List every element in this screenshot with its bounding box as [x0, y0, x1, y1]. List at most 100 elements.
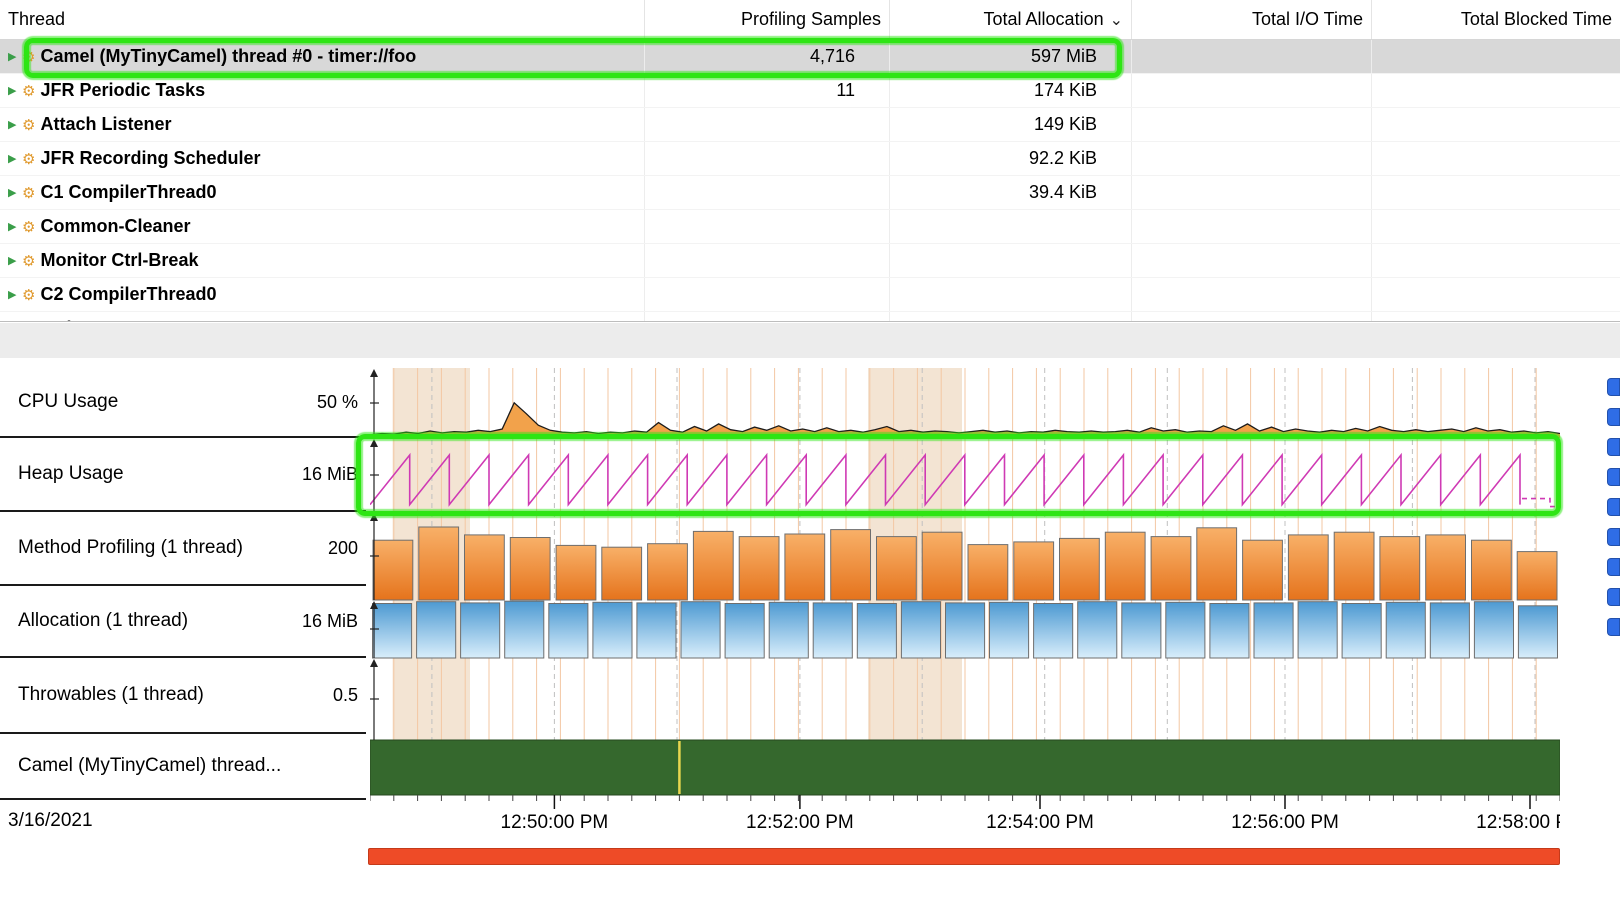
table-row[interactable]: ▶⚙ Attach Listener 149 KiB: [0, 108, 1620, 142]
lane-axis-value: 16 MiB: [302, 464, 358, 485]
expand-icon[interactable]: ▶: [8, 84, 22, 97]
thread-icon: ⚙: [22, 286, 35, 304]
lane-label-heap-usage[interactable]: Heap Usage 16 MiB: [0, 438, 366, 512]
side-button[interactable]: [1607, 588, 1620, 606]
thread-icon: ⚙: [22, 218, 35, 236]
total-blocked-cell: [1372, 278, 1620, 311]
expand-icon[interactable]: ▶: [8, 152, 22, 165]
total-allocation-cell: [890, 312, 1132, 322]
total-allocation-cell: 149 KiB: [890, 108, 1132, 141]
expand-icon[interactable]: ▶: [8, 254, 22, 267]
total-blocked-cell: [1372, 40, 1620, 73]
total-blocked-cell: [1372, 176, 1620, 209]
thread-name: JFR Periodic Tasks: [40, 80, 205, 101]
lane-axis-value: 50 %: [317, 392, 358, 413]
total-allocation-cell: [890, 244, 1132, 277]
svg-text:12:56:00 PM: 12:56:00 PM: [1231, 812, 1339, 833]
lane-title: Throwables (1 thread): [0, 684, 204, 706]
lane-title: Camel (MyTinyCamel) thread...: [0, 755, 281, 777]
total-io-cell: [1132, 40, 1372, 73]
timeline-date-label: 3/16/2021: [0, 800, 93, 842]
side-button[interactable]: [1607, 528, 1620, 546]
profiling-samples-cell: 4,716: [645, 40, 890, 73]
sort-desc-icon: ⌄: [1110, 10, 1123, 30]
column-header-label: Total Allocation: [984, 9, 1104, 30]
table-row-partial[interactable]: ▶⚙main: [0, 312, 1620, 322]
table-row[interactable]: ▶⚙C1 CompilerThread0 39.4 KiB: [0, 176, 1620, 210]
side-button[interactable]: [1607, 378, 1620, 396]
svg-text:12:54:00 PM: 12:54:00 PM: [986, 812, 1094, 833]
side-button[interactable]: [1607, 618, 1620, 636]
table-header: Thread Profiling Samples Total Allocatio…: [0, 0, 1620, 40]
lane-label-cpu-usage[interactable]: CPU Usage 50 %: [0, 368, 366, 438]
column-header-total-io-time[interactable]: Total I/O Time: [1132, 0, 1372, 39]
side-button[interactable]: [1607, 408, 1620, 426]
thread-icon: ⚙: [22, 320, 35, 323]
profiling-samples-cell: [645, 312, 890, 322]
side-button[interactable]: [1607, 438, 1620, 456]
total-blocked-cell: [1372, 244, 1620, 277]
expand-icon[interactable]: ▶: [8, 118, 22, 131]
total-io-cell: [1132, 244, 1372, 277]
column-header-profiling-samples[interactable]: Profiling Samples: [645, 0, 890, 39]
lane-axis-value: 0.5: [333, 685, 358, 706]
lane-title: CPU Usage: [0, 391, 118, 413]
profiling-samples-cell: [645, 278, 890, 311]
expand-icon[interactable]: ▶: [8, 50, 22, 63]
expand-icon[interactable]: ▶: [8, 288, 22, 301]
total-io-cell: [1132, 74, 1372, 107]
profiling-samples-cell: 11: [645, 74, 890, 107]
side-button[interactable]: [1607, 498, 1620, 516]
side-button[interactable]: [1607, 558, 1620, 576]
table-row[interactable]: ▶⚙ JFR Periodic Tasks 11 174 KiB: [0, 74, 1620, 108]
total-io-cell: [1132, 210, 1372, 243]
timeline-scrollbar[interactable]: [368, 848, 1560, 865]
thread-icon: ⚙: [22, 82, 35, 100]
timeline-chart-canvas[interactable]: 12:50:00 PM 12:52:00 PM 12:54:00 PM 12:56:0…: [370, 358, 1560, 904]
total-io-cell: [1132, 278, 1372, 311]
svg-text:12:50:00 PM: 12:50:00 PM: [501, 812, 609, 833]
svg-text:12:58:00 PM: 12:58:00 PM: [1476, 812, 1560, 833]
thread-name: Attach Listener: [40, 114, 171, 135]
table-row[interactable]: ▶⚙Monitor Ctrl-Break: [0, 244, 1620, 278]
lane-label-method-profiling[interactable]: Method Profiling (1 thread) 200: [0, 512, 366, 586]
thread-name: C1 CompilerThread0: [40, 182, 216, 203]
total-blocked-cell: [1372, 312, 1620, 322]
total-allocation-cell: 597 MiB: [890, 40, 1132, 73]
thread-icon: ⚙: [22, 150, 35, 168]
thread-name: Common-Cleaner: [40, 216, 190, 237]
table-row[interactable]: ▶⚙JFR Recording Scheduler 92.2 KiB: [0, 142, 1620, 176]
thread-name: Camel (MyTinyCamel) thread #0 - timer://…: [40, 46, 416, 67]
lane-axis-value: 16 MiB: [302, 611, 358, 632]
column-header-thread[interactable]: Thread: [0, 0, 645, 39]
svg-text:12:52:00 PM: 12:52:00 PM: [746, 812, 854, 833]
table-row[interactable]: ▶⚙ Common-Cleaner: [0, 210, 1620, 244]
total-allocation-cell: 174 KiB: [890, 74, 1132, 107]
total-io-cell: [1132, 142, 1372, 175]
table-row[interactable]: ▶⚙ C2 CompilerThread0: [0, 278, 1620, 312]
total-blocked-cell: [1372, 108, 1620, 141]
column-header-total-allocation[interactable]: Total Allocation ⌄: [890, 0, 1132, 39]
total-allocation-cell: [890, 210, 1132, 243]
timeline-chart-svg[interactable]: 12:50:00 PM 12:52:00 PM 12:54:00 PM 12:56:0…: [370, 358, 1560, 904]
lane-label-allocation[interactable]: Allocation (1 thread) 16 MiB: [0, 586, 366, 658]
profiling-samples-cell: [645, 108, 890, 141]
expand-icon[interactable]: ▶: [8, 220, 22, 233]
profiling-samples-cell: [645, 176, 890, 209]
total-allocation-cell: [890, 278, 1132, 311]
lane-label-camel-thread[interactable]: Camel (MyTinyCamel) thread...: [0, 734, 366, 800]
thread-icon: ⚙: [22, 116, 35, 134]
total-io-cell: [1132, 312, 1372, 322]
total-io-cell: [1132, 108, 1372, 141]
expand-icon[interactable]: ▶: [8, 186, 22, 199]
lane-label-throwables[interactable]: Throwables (1 thread) 0.5: [0, 658, 366, 734]
thread-icon: ⚙: [22, 48, 35, 66]
table-row-selected[interactable]: ▶⚙ Camel (MyTinyCamel) thread #0 - timer:…: [0, 40, 1620, 74]
thread-name: JFR Recording Scheduler: [40, 148, 260, 169]
thread-name: main: [40, 318, 82, 322]
total-blocked-cell: [1372, 142, 1620, 175]
column-header-total-blocked-time[interactable]: Total Blocked Time: [1372, 0, 1620, 39]
lane-axis-value: 200: [328, 538, 358, 559]
thread-name: C2 CompilerThread0: [40, 284, 216, 305]
side-button[interactable]: [1607, 468, 1620, 486]
